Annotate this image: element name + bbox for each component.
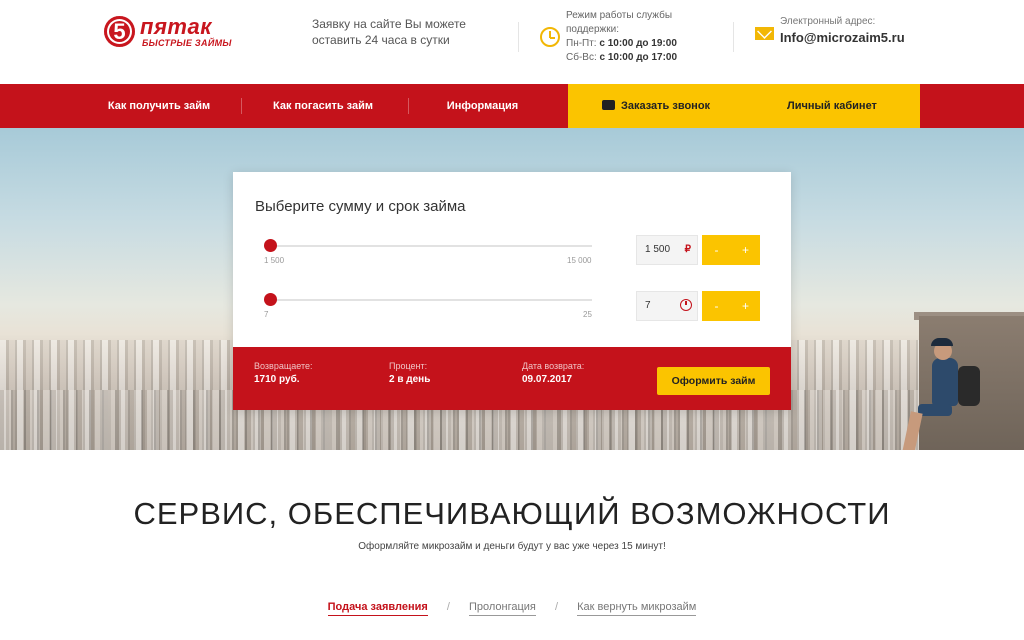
- page: 5 пятак БЫСТРЫЕ ЗАЙМЫ Заявку на сайте Вы…: [0, 0, 1024, 640]
- return-date-value: 09.07.2017: [522, 374, 573, 385]
- amount-value: 1 500: [645, 244, 671, 255]
- clock-icon: [540, 27, 560, 47]
- term-slider-track[interactable]: [266, 299, 592, 301]
- nav-separator: [241, 98, 242, 114]
- header: 5 пятак БЫСТРЫЕ ЗАЙМЫ Заявку на сайте Вы…: [0, 0, 1024, 84]
- main-nav: Как получить займ Как погасить займ Инфо…: [0, 84, 1024, 128]
- service-subtitle: Оформляйте микрозайм и деньги будут у ва…: [358, 541, 666, 552]
- amount-slider-knob[interactable]: [264, 239, 277, 252]
- return-value: 1710 руб.: [254, 374, 300, 385]
- nav-yellow-block: Заказать звонок Личный кабинет: [568, 84, 920, 128]
- return-label: Возвращаете:: [254, 361, 313, 371]
- amount-max-label: 15 000: [567, 256, 592, 265]
- tab-separator: /: [446, 601, 450, 613]
- amount-value-field[interactable]: 1 500 ₽: [636, 235, 698, 265]
- email-label: Электронный адрес:: [780, 16, 876, 27]
- traveler-figure: [932, 358, 958, 406]
- percent-value: 2 в день: [389, 374, 431, 385]
- amount-stepper: - +: [702, 235, 760, 265]
- term-stepper: - +: [702, 291, 760, 321]
- support-hours-weekend: Сб-Вс: с 10:00 до 17:00: [566, 52, 678, 63]
- service-title: СЕРВИС, ОБЕСПЕЧИВАЮЩИЙ ВОЗМОЖНОСТИ: [133, 496, 891, 531]
- tab-separator: /: [554, 601, 559, 613]
- loan-summary: Возвращаете: 1710 руб. Процент: 2 в день…: [233, 347, 791, 410]
- term-max-label: 25: [583, 310, 592, 319]
- header-divider: [518, 22, 519, 52]
- cabinet-button[interactable]: Личный кабинет: [744, 84, 920, 128]
- logo-tagline: БЫСТРЫЕ ЗАЙМЫ: [142, 38, 232, 48]
- support-hours-title: Режим работы службы поддержки:: [566, 10, 673, 35]
- tab-application[interactable]: Подача заявления: [327, 601, 428, 616]
- callback-button[interactable]: Заказать звонок: [568, 84, 744, 128]
- calculator-title: Выберите сумму и срок займа: [255, 198, 466, 215]
- submit-loan-button[interactable]: Оформить займ: [657, 367, 770, 395]
- amount-min-label: 1 500: [264, 256, 285, 265]
- amount-plus-button[interactable]: +: [731, 235, 760, 265]
- term-value: 7: [645, 300, 651, 311]
- support-hours-weekdays: Пн-Пт: с 10:00 до 19:00: [566, 38, 677, 49]
- support-hours: Режим работы службы поддержки: Пн-Пт: с …: [566, 9, 706, 65]
- tab-prolongation[interactable]: Пролонгация: [468, 601, 536, 616]
- header-divider: [733, 22, 734, 52]
- service-tabs: Подача заявления / Пролонгация / Как вер…: [0, 601, 1024, 616]
- term-slider-knob[interactable]: [264, 293, 277, 306]
- timer-icon: [680, 299, 692, 311]
- term-min-label: 7: [264, 310, 269, 319]
- logo-name: пятак: [140, 14, 212, 39]
- logo[interactable]: 5 пятак БЫСТРЫЕ ЗАЙМЫ: [104, 14, 234, 50]
- term-minus-button[interactable]: -: [702, 291, 731, 321]
- apply-hours-text: Заявку на сайте Вы можете оставить 24 ча…: [312, 17, 466, 47]
- nav-separator: [408, 98, 409, 114]
- traveler-shorts: [918, 404, 952, 416]
- nav-item-how-to-get[interactable]: Как получить займ: [84, 84, 234, 128]
- nav-item-information[interactable]: Информация: [410, 84, 555, 128]
- phone-icon: [601, 100, 615, 110]
- traveler-cap: [931, 338, 953, 346]
- email-link[interactable]: Info@microzaim5.ru: [780, 30, 905, 45]
- term-value-field[interactable]: 7: [636, 291, 698, 321]
- ruble-icon: ₽: [684, 244, 691, 255]
- return-date-label: Дата возврата:: [522, 361, 585, 371]
- term-plus-button[interactable]: +: [731, 291, 760, 321]
- amount-minus-button[interactable]: -: [702, 235, 731, 265]
- nav-item-how-to-repay[interactable]: Как погасить займ: [243, 84, 403, 128]
- amount-slider-track[interactable]: [266, 245, 592, 247]
- loan-calculator: Выберите сумму и срок займа 1 500 15 000…: [233, 172, 791, 410]
- callback-label: Заказать звонок: [620, 100, 711, 112]
- percent-label: Процент:: [389, 361, 428, 371]
- mail-icon: [755, 27, 774, 40]
- tab-how-to-return[interactable]: Как вернуть микрозайм: [577, 601, 697, 616]
- logo-badge: 5: [104, 16, 135, 47]
- traveler-backpack: [958, 366, 980, 406]
